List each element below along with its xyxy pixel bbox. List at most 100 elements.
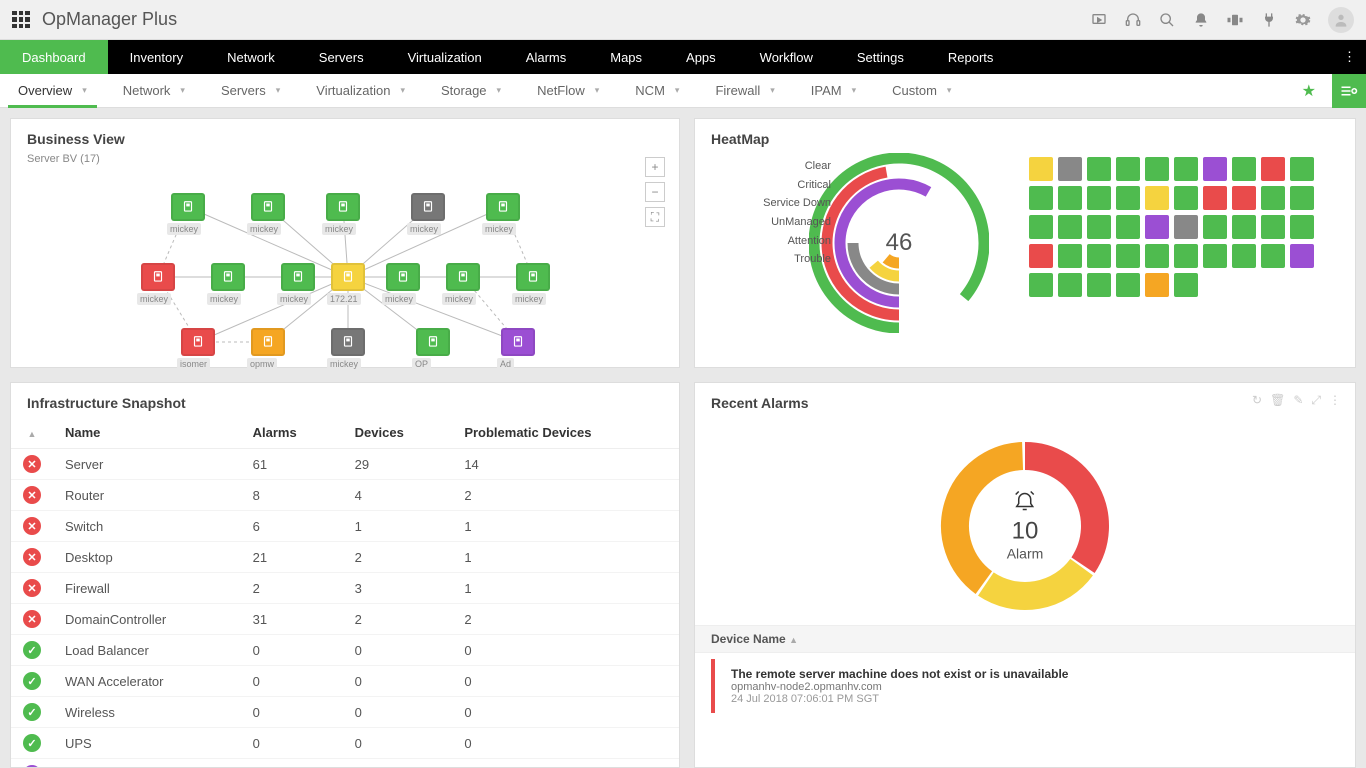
main-nav-servers[interactable]: Servers xyxy=(297,40,386,74)
heatmap-cell[interactable] xyxy=(1261,186,1285,210)
infra-col-4[interactable]: Problematic Devices xyxy=(452,417,679,449)
table-row[interactable]: ✓WAN Accelerator000 xyxy=(11,666,679,697)
alarm-list-item[interactable]: The remote server machine does not exist… xyxy=(711,659,1339,713)
table-row[interactable]: ✕Firewall231 xyxy=(11,573,679,604)
table-row[interactable]: ↓Printer121 xyxy=(11,759,679,768)
topology-node[interactable] xyxy=(251,193,285,221)
sub-nav-ipam[interactable]: IPAM▾ xyxy=(793,74,874,107)
sub-nav-ncm[interactable]: NCM▾ xyxy=(617,74,697,107)
heatmap-cell[interactable] xyxy=(1087,273,1111,297)
heatmap-cell[interactable] xyxy=(1029,215,1053,239)
heatmap-cell[interactable] xyxy=(1174,273,1198,297)
topology-node[interactable] xyxy=(251,328,285,356)
heatmap-cell[interactable] xyxy=(1116,273,1140,297)
topology-node[interactable] xyxy=(331,328,365,356)
heatmap-cell[interactable] xyxy=(1058,215,1082,239)
heatmap-cell[interactable] xyxy=(1087,186,1111,210)
plug-icon[interactable] xyxy=(1260,11,1278,29)
table-row[interactable]: ✕Desktop2121 xyxy=(11,542,679,573)
expand-icon[interactable]: ⤢ xyxy=(1311,393,1321,408)
main-nav-inventory[interactable]: Inventory xyxy=(108,40,205,74)
heatmap-cell[interactable] xyxy=(1232,186,1256,210)
infra-col-2[interactable]: Alarms xyxy=(241,417,343,449)
topology-node[interactable] xyxy=(281,263,315,291)
heatmap-cell[interactable] xyxy=(1174,157,1198,181)
heatmap-cell[interactable] xyxy=(1261,215,1285,239)
favorite-icon[interactable]: ★ xyxy=(1294,81,1324,101)
bell-icon[interactable] xyxy=(1192,11,1210,29)
topology-node[interactable] xyxy=(326,193,360,221)
heatmap-cell[interactable] xyxy=(1029,186,1053,210)
heatmap-cell[interactable] xyxy=(1029,273,1053,297)
add-widget-button[interactable] xyxy=(1332,74,1366,108)
table-row[interactable]: ✕Router842 xyxy=(11,480,679,511)
heatmap-cell[interactable] xyxy=(1174,244,1198,268)
table-row[interactable]: ✓Wireless000 xyxy=(11,697,679,728)
heatmap-cell[interactable] xyxy=(1203,186,1227,210)
search-icon[interactable] xyxy=(1158,11,1176,29)
heatmap-cell[interactable] xyxy=(1232,244,1256,268)
topology-node[interactable] xyxy=(141,263,175,291)
heatmap-cell[interactable] xyxy=(1029,244,1053,268)
heatmap-cell[interactable] xyxy=(1174,186,1198,210)
heatmap-cell[interactable] xyxy=(1058,273,1082,297)
heatmap-cell[interactable] xyxy=(1116,244,1140,268)
sub-nav-servers[interactable]: Servers▾ xyxy=(203,74,298,107)
topology-node[interactable] xyxy=(386,263,420,291)
heatmap-cell[interactable] xyxy=(1203,157,1227,181)
main-nav-apps[interactable]: Apps xyxy=(664,40,738,74)
main-nav-network[interactable]: Network xyxy=(205,40,297,74)
sub-nav-custom[interactable]: Custom▾ xyxy=(874,74,969,107)
heatmap-cell[interactable] xyxy=(1058,157,1082,181)
table-row[interactable]: ✕DomainController3122 xyxy=(11,604,679,635)
sub-nav-overview[interactable]: Overview▾ xyxy=(0,74,105,107)
refresh-icon[interactable]: ↻ xyxy=(1252,393,1262,408)
heatmap-cell[interactable] xyxy=(1203,215,1227,239)
main-nav-virtualization[interactable]: Virtualization xyxy=(386,40,504,74)
heatmap-cell[interactable] xyxy=(1145,244,1169,268)
infra-col-1[interactable]: Name xyxy=(53,417,241,449)
topology-node[interactable] xyxy=(416,328,450,356)
heatmap-cell[interactable] xyxy=(1261,244,1285,268)
topology-node[interactable] xyxy=(486,193,520,221)
infra-col-3[interactable]: Devices xyxy=(343,417,453,449)
table-row[interactable]: ✕Server612914 xyxy=(11,449,679,480)
avatar[interactable] xyxy=(1328,7,1354,33)
heatmap-cell[interactable] xyxy=(1290,186,1314,210)
sub-nav-virtualization[interactable]: Virtualization▾ xyxy=(298,74,423,107)
screencast-icon[interactable] xyxy=(1090,11,1108,29)
heatmap-cell[interactable] xyxy=(1087,215,1111,239)
heatmap-cell[interactable] xyxy=(1290,215,1314,239)
heatmap-cell[interactable] xyxy=(1145,273,1169,297)
main-nav-reports[interactable]: Reports xyxy=(926,40,1016,74)
topology-node[interactable] xyxy=(411,193,445,221)
heatmap-cell[interactable] xyxy=(1058,244,1082,268)
table-row[interactable]: ✓UPS000 xyxy=(11,728,679,759)
topology-node[interactable] xyxy=(181,328,215,356)
nav-overflow-icon[interactable]: ⋮ xyxy=(1343,40,1366,74)
heatmap-cell[interactable] xyxy=(1145,186,1169,210)
main-nav-alarms[interactable]: Alarms xyxy=(504,40,588,74)
device-name-header[interactable]: Device Name ▲ xyxy=(695,625,1355,653)
delete-icon[interactable]: 🗑 xyxy=(1270,393,1285,408)
edit-icon[interactable]: ✎ xyxy=(1293,393,1303,408)
topology-node[interactable] xyxy=(331,263,365,291)
table-row[interactable]: ✓Load Balancer000 xyxy=(11,635,679,666)
heatmap-cell[interactable] xyxy=(1029,157,1053,181)
sub-nav-netflow[interactable]: NetFlow▾ xyxy=(519,74,617,107)
heatmap-cell[interactable] xyxy=(1087,157,1111,181)
main-nav-maps[interactable]: Maps xyxy=(588,40,664,74)
heatmap-cell[interactable] xyxy=(1203,244,1227,268)
sub-nav-storage[interactable]: Storage▾ xyxy=(423,74,519,107)
gear-icon[interactable] xyxy=(1294,11,1312,29)
headset-icon[interactable] xyxy=(1124,11,1142,29)
heatmap-cell[interactable] xyxy=(1174,215,1198,239)
topology-node[interactable] xyxy=(516,263,550,291)
heatmap-cell[interactable] xyxy=(1145,157,1169,181)
topology-node[interactable] xyxy=(171,193,205,221)
heatmap-cell[interactable] xyxy=(1232,215,1256,239)
heatmap-cell[interactable] xyxy=(1232,157,1256,181)
topology-node[interactable] xyxy=(501,328,535,356)
heatmap-cell[interactable] xyxy=(1116,215,1140,239)
main-nav-workflow[interactable]: Workflow xyxy=(738,40,835,74)
